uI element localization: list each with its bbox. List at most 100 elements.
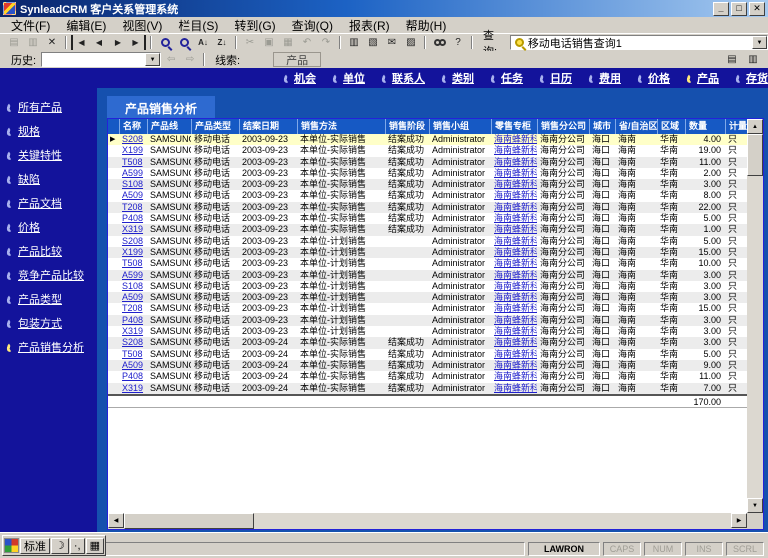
table-row[interactable]: X319SAMSUNG移动电话2003-09-23本单位-计划销售Adminis… [108,326,747,337]
tab-日历[interactable]: 日历 [540,70,572,86]
nav-first-icon[interactable]: ◀ [71,35,89,50]
table-row[interactable]: A599SAMSUNG移动电话2003-09-23本单位-实际销售结案成功Adm… [108,168,747,179]
paste-icon[interactable]: ▦ [279,35,297,50]
product-name-link[interactable]: A509 [122,292,143,302]
preview-icon[interactable] [175,35,193,50]
table-row[interactable]: X319SAMSUNG移动电话2003-09-24本单位-实际销售结案成功Adm… [108,383,747,394]
back-icon[interactable]: ⇦ [162,52,180,67]
table-row[interactable]: A599SAMSUNG移动电话2003-09-23本单位-计划销售Adminis… [108,270,747,281]
context-help-icon[interactable]: ? [449,35,467,50]
table-row[interactable]: X199SAMSUNG移动电话2003-09-23本单位-实际销售结案成功Adm… [108,145,747,156]
tab-任务[interactable]: 任务 [491,70,523,86]
column-header[interactable]: 省/自治区 [615,119,657,134]
sidebar-item-包装方式[interactable]: 包装方式 [0,313,97,333]
product-name-link[interactable]: S208 [122,134,143,144]
history-dropdown-icon[interactable]: ▼ [145,53,160,66]
tab-类别[interactable]: 类别 [442,70,474,86]
retail-counter-link[interactable]: 海南蜂新科 [494,145,537,155]
column-header[interactable]: 产品类型 [191,119,239,134]
sidebar-item-产品类型[interactable]: 产品类型 [0,289,97,309]
undo-icon[interactable]: ↶ [298,35,316,50]
redo-icon[interactable]: ↷ [317,35,335,50]
mail-icon[interactable]: ✉ [383,35,401,50]
view-list-icon[interactable]: ▥ [744,52,762,67]
retail-counter-link[interactable]: 海南蜂新科 [494,224,537,234]
table-row[interactable]: ▶S208SAMSUNG移动电话2003-09-23本单位-实际销售结案成功Ad… [108,134,747,145]
sidebar-item-规格[interactable]: 规格 [0,121,97,141]
table-row[interactable]: T208SAMSUNG移动电话2003-09-23本单位-计划销售Adminis… [108,303,747,314]
table-row[interactable]: S108SAMSUNG移动电话2003-09-23本单位-实际销售结案成功Adm… [108,179,747,190]
delete-icon[interactable]: ✕ [43,35,61,50]
product-name-link[interactable]: T208 [122,303,143,313]
product-name-link[interactable]: T208 [122,202,143,212]
ime-logo-icon[interactable] [4,538,19,553]
sidebar-item-价格[interactable]: 价格 [0,217,97,237]
retail-counter-link[interactable]: 海南蜂新科 [494,213,537,223]
retail-counter-link[interactable]: 海南蜂新科 [494,134,537,144]
retail-counter-link[interactable]: 海南蜂新科 [494,281,537,291]
table-row[interactable]: S208SAMSUNG移动电话2003-09-23本单位-计划销售Adminis… [108,236,747,247]
retail-counter-link[interactable]: 海南蜂新科 [494,292,537,302]
product-name-link[interactable]: A509 [122,190,143,200]
retail-counter-link[interactable]: 海南蜂新科 [494,270,537,280]
column-header[interactable]: 销售小组 [429,119,491,134]
product-name-link[interactable]: P408 [122,315,143,325]
minimize-button[interactable]: _ [713,2,729,16]
table-row[interactable]: T508SAMSUNG移动电话2003-09-23本单位-计划销售Adminis… [108,258,747,269]
product-context-button[interactable]: 产品 [273,52,321,67]
horizontal-scroll-track[interactable] [254,513,731,529]
history-combobox[interactable]: ▼ [41,52,161,67]
product-name-link[interactable]: P408 [122,371,143,381]
table-row[interactable]: P408SAMSUNG移动电话2003-09-23本单位-计划销售Adminis… [108,315,747,326]
table-row[interactable]: S208SAMSUNG移动电话2003-09-24本单位-实际销售结案成功Adm… [108,337,747,348]
menu-item[interactable]: 编辑(E) [58,16,114,35]
vertical-scroll-thumb[interactable] [747,134,763,176]
column-header[interactable]: 结案日期 [239,119,297,134]
product-name-link[interactable]: X319 [122,326,143,336]
sort-ascending-icon[interactable]: A↓ [194,35,212,50]
table-row[interactable]: A509SAMSUNG移动电话2003-09-24本单位-实际销售结案成功Adm… [108,360,747,371]
retail-counter-link[interactable]: 海南蜂新科 [494,202,537,212]
product-name-link[interactable]: S208 [122,337,143,347]
column-header[interactable]: 销售分公司 [537,119,589,134]
sidebar-item-缺陷[interactable]: 缺陷 [0,169,97,189]
column-header[interactable]: 城市 [589,119,615,134]
retail-counter-link[interactable]: 海南蜂新科 [494,303,537,313]
tab-价格[interactable]: 价格 [638,70,670,86]
table-row[interactable]: S108SAMSUNG移动电话2003-09-23本单位-计划销售Adminis… [108,281,747,292]
scroll-up-icon[interactable]: ▲ [747,119,763,134]
menu-item[interactable]: 视图(V) [114,16,170,35]
table-row[interactable]: P408SAMSUNG移动电话2003-09-23本单位-实际销售结案成功Adm… [108,213,747,224]
retail-counter-link[interactable]: 海南蜂新科 [494,236,537,246]
column-header[interactable]: 零售专柜 [491,119,537,134]
retail-counter-link[interactable]: 海南蜂新科 [494,349,537,359]
table-row[interactable]: P408SAMSUNG移动电话2003-09-24本单位-实际销售结案成功Adm… [108,371,747,382]
retail-counter-link[interactable]: 海南蜂新科 [494,371,537,381]
new-record-icon[interactable]: ▤ [5,35,23,50]
retail-counter-link[interactable]: 海南蜂新科 [494,360,537,370]
scroll-left-icon[interactable]: ◀ [108,513,124,528]
table-row[interactable]: A509SAMSUNG移动电话2003-09-23本单位-计划销售Adminis… [108,292,747,303]
query-dropdown-icon[interactable]: ▼ [752,36,767,49]
tab-单位[interactable]: 单位 [333,70,365,86]
table-row[interactable]: T508SAMSUNG移动电话2003-09-23本单位-实际销售结案成功Adm… [108,157,747,168]
nav-prev-icon[interactable]: ◀ [90,35,108,50]
product-name-link[interactable]: S208 [122,236,143,246]
table-row[interactable]: T508SAMSUNG移动电话2003-09-24本单位-实际销售结案成功Adm… [108,349,747,360]
nav-last-icon[interactable]: ▶ [128,35,146,50]
tab-联系人[interactable]: 联系人 [382,70,425,86]
column-header[interactable]: 区域 [657,119,685,134]
sidebar-item-关键特性[interactable]: 关键特性 [0,145,97,165]
edit-record-icon[interactable]: ▥ [24,35,42,50]
column-header[interactable]: 销售阶段 [385,119,429,134]
product-name-link[interactable]: X319 [122,383,143,393]
table-row[interactable]: X319SAMSUNG移动电话2003-09-23本单位-实际销售结案成功Adm… [108,224,747,235]
sidebar-item-产品比较[interactable]: 产品比较 [0,241,97,261]
close-button[interactable]: ✕ [749,2,765,16]
sidebar-item-产品文档[interactable]: 产品文档 [0,193,97,213]
cut-icon[interactable]: ✂ [241,35,259,50]
retail-counter-link[interactable]: 海南蜂新科 [494,247,537,257]
product-name-link[interactable]: P408 [122,213,143,223]
ime-punctuation-icon[interactable]: ·, [70,538,85,554]
column-header[interactable]: 产品线 [147,119,191,134]
